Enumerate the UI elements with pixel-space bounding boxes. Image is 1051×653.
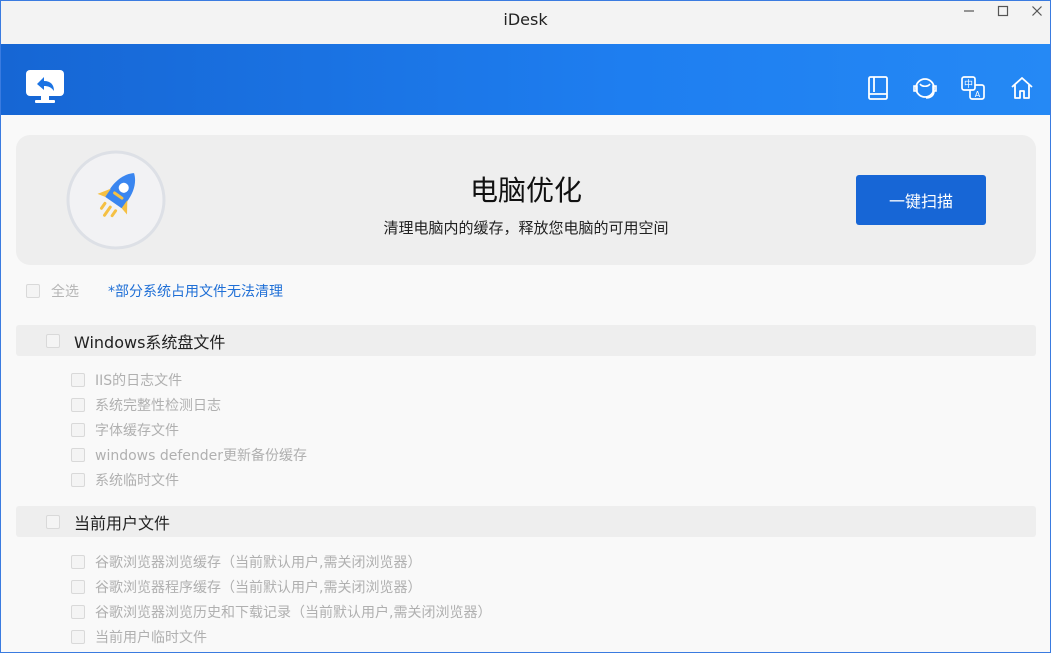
home-button[interactable] [1009, 75, 1035, 101]
item-label: IIS的日志文件 [95, 373, 183, 389]
list-item[interactable]: 系统完整性检测日志 [71, 395, 221, 415]
title-bar: iDesk [1, 1, 1050, 44]
section-windows-system-files[interactable]: Windows系统盘文件 [16, 325, 1036, 356]
book-button[interactable] [865, 75, 891, 101]
support-button[interactable] [912, 75, 938, 101]
item-checkbox[interactable] [71, 580, 85, 594]
back-home-button[interactable] [25, 69, 65, 105]
translate-icon: 中 A [961, 76, 985, 100]
item-label: 系统临时文件 [95, 473, 179, 489]
app-header: 中 A [1, 44, 1050, 115]
list-item[interactable]: 系统临时文件 [71, 470, 179, 490]
select-all-row[interactable]: 全选 [26, 281, 79, 301]
list-item[interactable]: 谷歌浏览器浏览历史和下载记录（当前默认用户,需关闭浏览器） [71, 602, 491, 622]
home-icon [1011, 77, 1033, 99]
maximize-icon [997, 5, 1009, 17]
list-item[interactable]: windows defender更新备份缓存 [71, 445, 307, 465]
close-button[interactable] [1025, 2, 1049, 20]
back-home-icon [26, 70, 64, 103]
item-checkbox[interactable] [71, 423, 85, 437]
section-current-user-files[interactable]: 当前用户文件 [16, 506, 1036, 537]
list-item[interactable]: 谷歌浏览器程序缓存（当前默认用户,需关闭浏览器） [71, 577, 421, 597]
list-item[interactable]: 谷歌浏览器浏览缓存（当前默认用户,需关闭浏览器） [71, 552, 421, 572]
maximize-button[interactable] [991, 2, 1015, 20]
support-headset-icon [913, 78, 937, 99]
close-icon [1032, 6, 1042, 16]
item-label: 系统完整性检测日志 [95, 398, 221, 414]
item-checkbox[interactable] [71, 630, 85, 644]
minimize-icon [964, 10, 974, 12]
translate-button[interactable]: 中 A [960, 75, 986, 101]
item-checkbox[interactable] [71, 555, 85, 569]
hero-card: 电脑优化 清理电脑内的缓存，释放您电脑的可用空间 一键扫描 [16, 135, 1036, 265]
select-all-label: 全选 [51, 284, 79, 300]
item-label: 字体缓存文件 [95, 423, 179, 439]
app-window: iDesk 中 A 电脑优化 清理电脑内的缓存，释放您电脑的可用空间 一键扫描 … [0, 0, 1051, 653]
section-title: Windows系统盘文件 [74, 332, 226, 352]
item-label: 谷歌浏览器浏览历史和下载记录（当前默认用户,需关闭浏览器） [95, 605, 492, 621]
book-icon [868, 76, 888, 100]
list-item[interactable]: 当前用户临时文件 [71, 627, 207, 647]
item-label: 谷歌浏览器浏览缓存（当前默认用户,需关闭浏览器） [95, 555, 422, 571]
item-checkbox[interactable] [71, 473, 85, 487]
list-item[interactable]: IIS的日志文件 [71, 370, 182, 390]
section-checkbox[interactable] [46, 333, 60, 348]
list-item[interactable]: 字体缓存文件 [71, 420, 179, 440]
one-click-scan-button[interactable]: 一键扫描 [856, 175, 986, 225]
item-checkbox[interactable] [71, 448, 85, 462]
select-all-checkbox[interactable] [26, 284, 40, 298]
svg-text:中: 中 [964, 78, 973, 90]
svg-text:A: A [975, 90, 981, 99]
item-label: 谷歌浏览器程序缓存（当前默认用户,需关闭浏览器） [95, 580, 422, 596]
item-label: 当前用户临时文件 [95, 630, 207, 646]
item-label: windows defender更新备份缓存 [95, 448, 308, 464]
item-checkbox[interactable] [71, 373, 85, 387]
section-checkbox[interactable] [46, 514, 60, 529]
minimize-button[interactable] [957, 2, 981, 20]
section-title: 当前用户文件 [74, 513, 171, 533]
window-title: iDesk [503, 10, 548, 29]
item-checkbox[interactable] [71, 605, 85, 619]
item-checkbox[interactable] [71, 398, 85, 412]
cleanup-notice: *部分系统占用文件无法清理 [108, 284, 283, 300]
